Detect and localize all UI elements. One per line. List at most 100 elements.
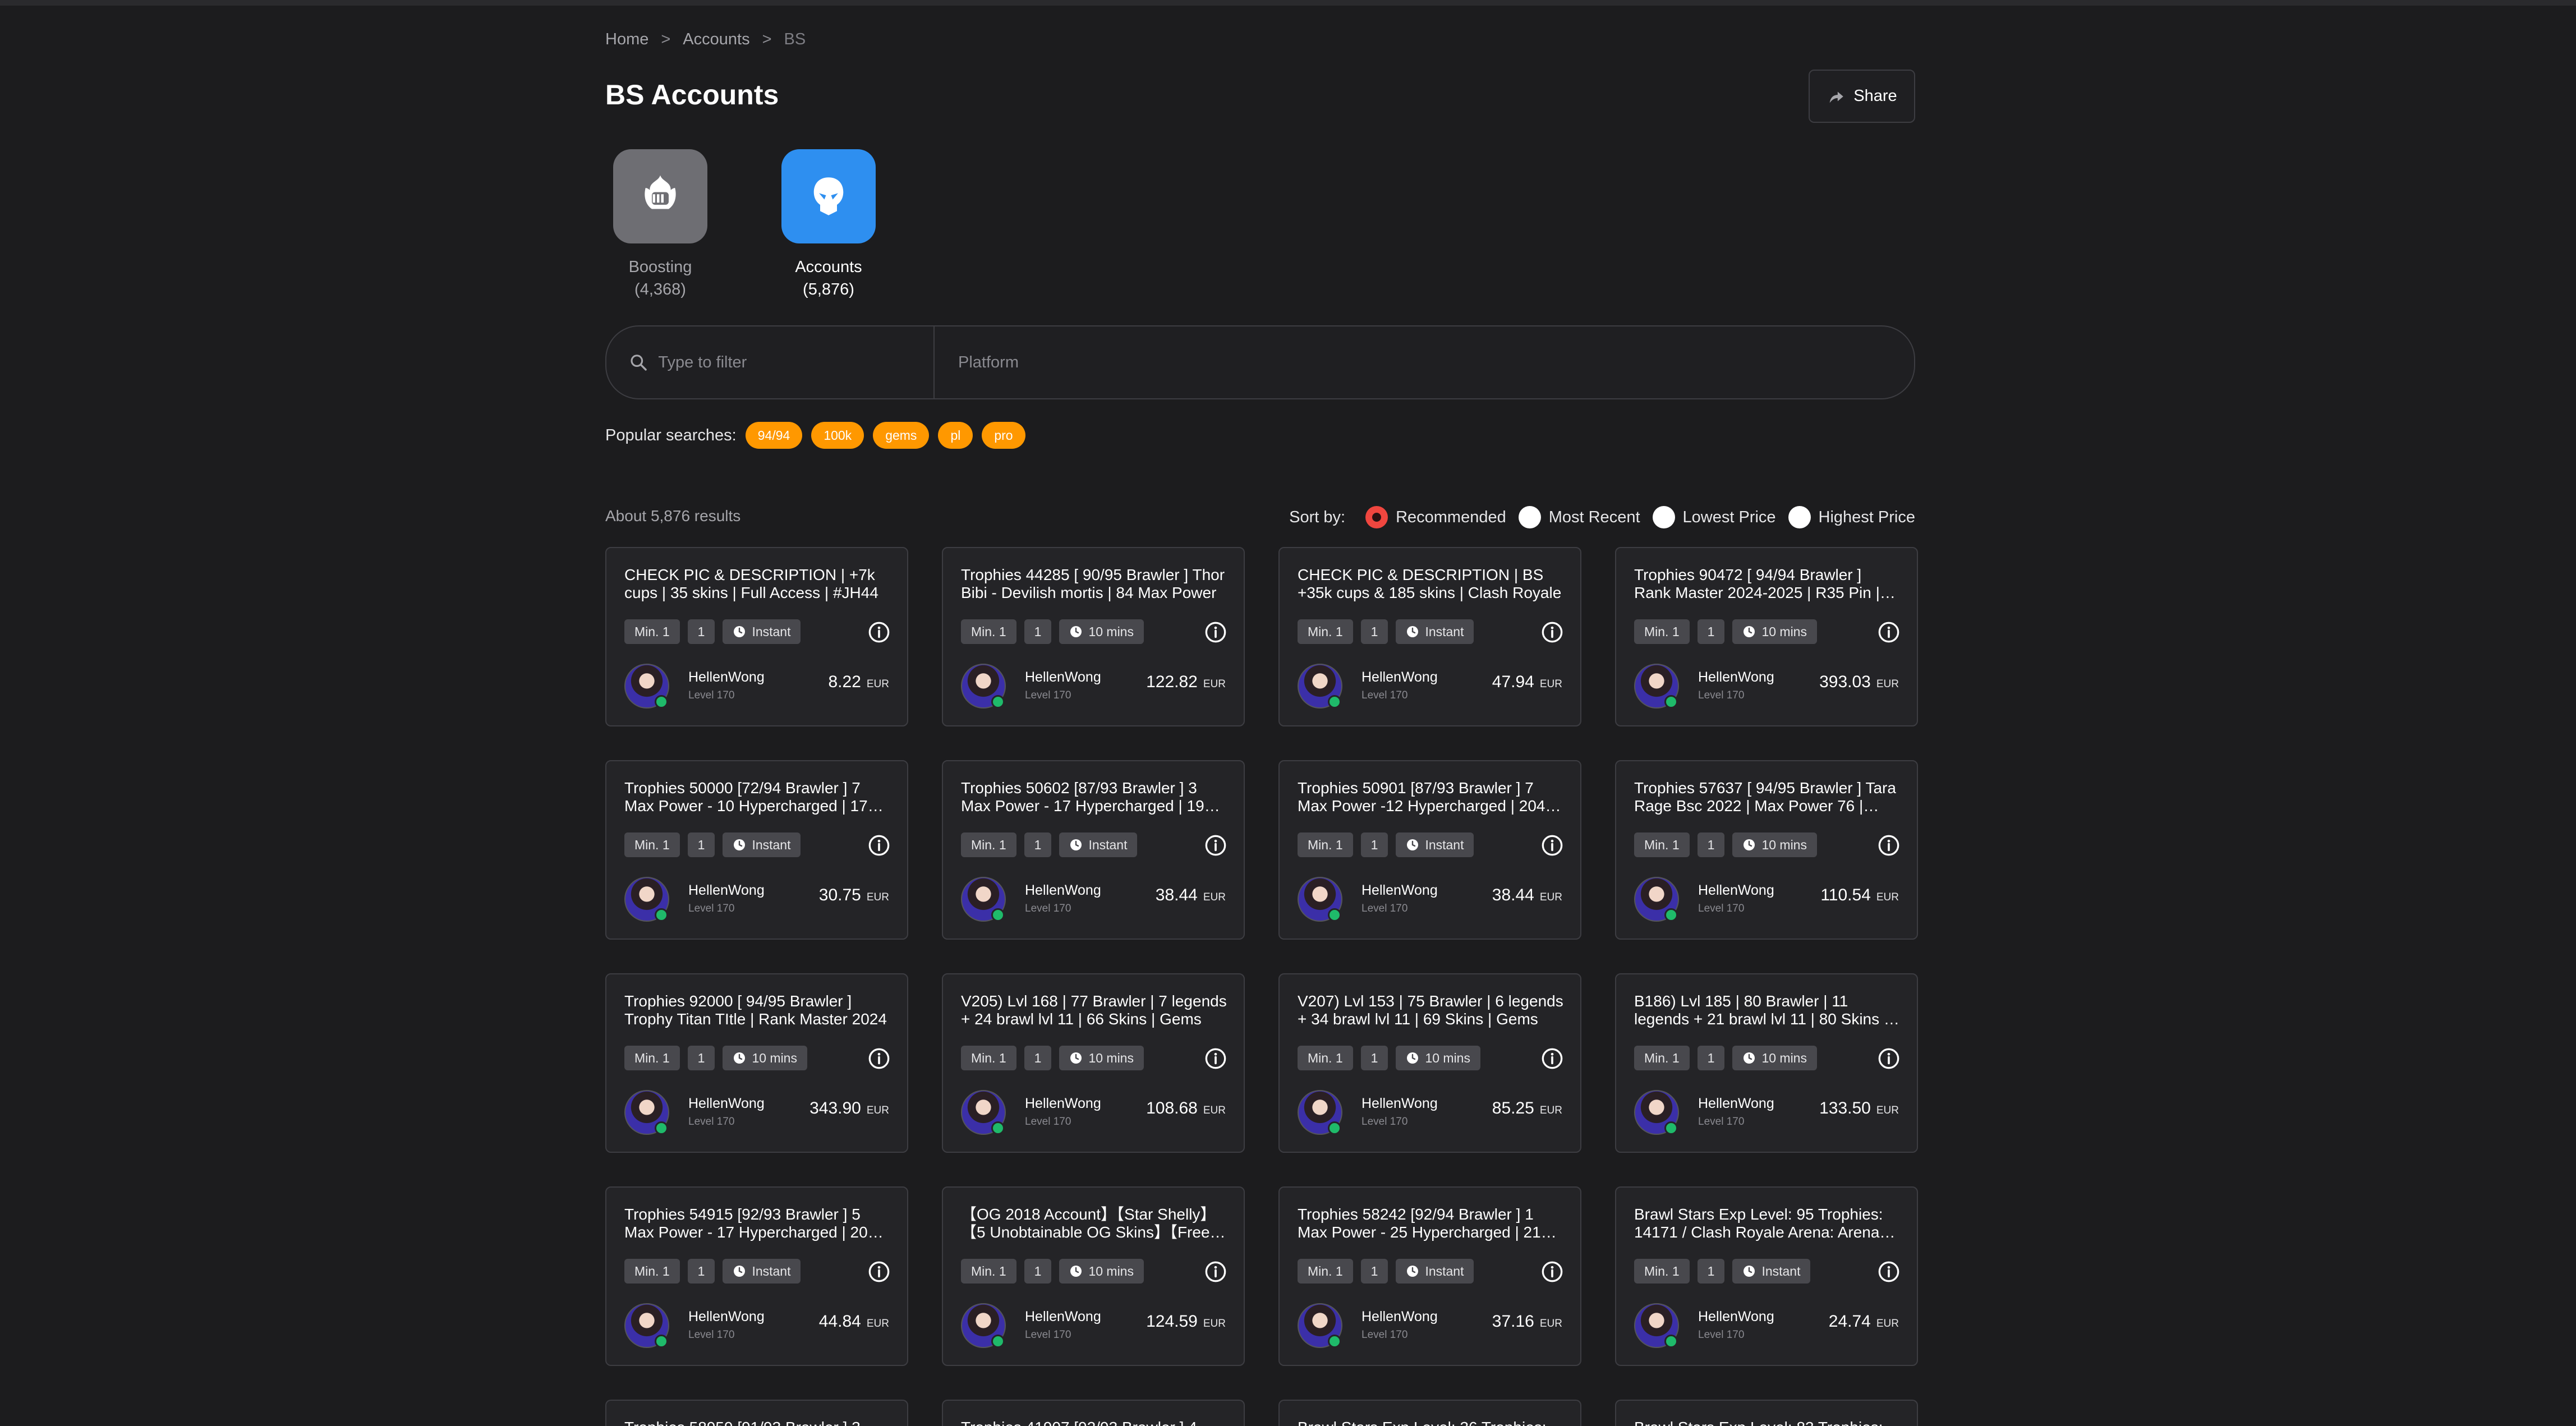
info-icon[interactable] (868, 834, 890, 857)
offer-card[interactable]: V205) Lvl 168 | 77 Brawler | 7 legends +… (942, 973, 1245, 1153)
info-icon[interactable] (1541, 621, 1563, 643)
seller-name[interactable]: HellenWong (1025, 882, 1101, 899)
offer-card[interactable]: Trophies 54915 [92/93 Brawler ] 5 Max Po… (605, 1186, 908, 1366)
offer-card[interactable]: Trophies 58959 [91/93 Brawler ] 3 (605, 1400, 908, 1426)
offer-title[interactable]: Trophies 41907 [92/93 Brawler ] 4 (961, 1419, 1228, 1426)
seller-name[interactable]: HellenWong (1698, 882, 1774, 899)
price-value: 108.68 (1146, 1099, 1198, 1117)
info-icon[interactable] (868, 621, 890, 643)
offer-card[interactable]: Brawl Stars Exp Level: 83 Trophies: (1615, 1400, 1918, 1426)
online-status-icon (1664, 1335, 1678, 1348)
info-icon[interactable] (1878, 621, 1900, 643)
offer-card[interactable]: Trophies 92000 [ 94/95 Brawler ] Trophy … (605, 973, 908, 1153)
offer-card[interactable]: CHECK PIC & DESCRIPTION | +7k cups | 35 … (605, 547, 908, 726)
offer-card[interactable]: Trophies 57637 [ 94/95 Brawler ] Tara Ra… (1615, 760, 1918, 940)
breadcrumb-home[interactable]: Home (605, 30, 648, 49)
info-icon[interactable] (1204, 1047, 1227, 1070)
offer-card[interactable]: Brawl Stars Exp Level: 36 Trophies: (1278, 1400, 1581, 1426)
seller-name[interactable]: HellenWong (1361, 882, 1438, 899)
offer-card[interactable]: CHECK PIC & DESCRIPTION | BS +35k cups &… (1278, 547, 1581, 726)
offer-title[interactable]: Trophies 58959 [91/93 Brawler ] 3 (624, 1419, 891, 1426)
offer-title[interactable]: 【OG 2018 Account】【Star Shelly】【5 Unobtai… (961, 1206, 1228, 1241)
category-boosting[interactable]: Boosting (4,368) (607, 149, 714, 301)
popular-chip[interactable]: gems (873, 422, 930, 449)
offer-title[interactable]: Brawl Stars Exp Level: 95 Trophies: 1417… (1634, 1206, 1901, 1241)
offer-card[interactable]: Trophies 50901 [87/93 Brawler ] 7 Max Po… (1278, 760, 1581, 940)
offer-price: 343.90 EUR (809, 1099, 889, 1118)
offer-title[interactable]: Brawl Stars Exp Level: 83 Trophies: (1634, 1419, 1901, 1426)
info-icon[interactable] (1878, 1047, 1900, 1070)
offer-card[interactable]: Trophies 44285 [ 90/95 Brawler ] Thor Bi… (942, 547, 1245, 726)
seller-name[interactable]: HellenWong (1025, 669, 1101, 686)
info-icon[interactable] (1878, 1261, 1900, 1283)
info-icon[interactable] (1204, 621, 1227, 643)
seller-name[interactable]: HellenWong (688, 1096, 765, 1112)
seller-level: Level 170 (1361, 903, 1408, 914)
clock-icon (1407, 1266, 1419, 1277)
offer-title[interactable]: B186) Lvl 185 | 80 Brawler | 11 legends … (1634, 992, 1901, 1028)
sort-option-most-recent[interactable]: Most Recent (1518, 506, 1640, 528)
offer-title[interactable]: Trophies 50000 [72/94 Brawler ] 7 Max Po… (624, 779, 891, 815)
seller-name[interactable]: HellenWong (688, 882, 765, 899)
offer-title[interactable]: Trophies 90472 [ 94/94 Brawler ] Rank Ma… (1634, 566, 1901, 602)
offer-title[interactable]: V207) Lvl 153 | 75 Brawler | 6 legends +… (1298, 992, 1565, 1028)
info-icon[interactable] (1541, 1047, 1563, 1070)
info-icon[interactable] (868, 1261, 890, 1283)
info-icon[interactable] (868, 1047, 890, 1070)
seller-name[interactable]: HellenWong (688, 669, 765, 686)
offer-title[interactable]: Trophies 50602 [87/93 Brawler ] 3 Max Po… (961, 779, 1228, 815)
popular-chip[interactable]: 94/94 (745, 422, 803, 449)
offer-title[interactable]: Trophies 50901 [87/93 Brawler ] 7 Max Po… (1298, 779, 1565, 815)
platform-input[interactable] (958, 353, 1914, 372)
sort-option-highest-price[interactable]: Highest Price (1788, 506, 1915, 528)
seller-name[interactable]: HellenWong (1361, 1096, 1438, 1112)
sort-option-lowest-price[interactable]: Lowest Price (1652, 506, 1776, 528)
popular-chip[interactable]: pl (938, 422, 973, 449)
offer-title[interactable]: Brawl Stars Exp Level: 36 Trophies: (1298, 1419, 1565, 1426)
offer-title[interactable]: CHECK PIC & DESCRIPTION | BS +35k cups &… (1298, 566, 1565, 602)
sort-option-recommended[interactable]: Recommended (1365, 506, 1506, 528)
offer-card[interactable]: V207) Lvl 153 | 75 Brawler | 6 legends +… (1278, 973, 1581, 1153)
offer-card[interactable]: 【OG 2018 Account】【Star Shelly】【5 Unobtai… (942, 1186, 1245, 1366)
info-icon[interactable] (1204, 1261, 1227, 1283)
offer-card[interactable]: Trophies 58242 [92/94 Brawler ] 1 Max Po… (1278, 1186, 1581, 1366)
info-icon[interactable] (1541, 1261, 1563, 1283)
info-icon[interactable] (1541, 834, 1563, 857)
seller-name[interactable]: HellenWong (1025, 1309, 1101, 1325)
offer-card[interactable]: Trophies 41907 [92/93 Brawler ] 4 (942, 1400, 1245, 1426)
price-value: 8.22 (828, 673, 861, 691)
seller-name[interactable]: HellenWong (1698, 1309, 1774, 1325)
search-input[interactable] (658, 353, 933, 372)
offer-title[interactable]: CHECK PIC & DESCRIPTION | +7k cups | 35 … (624, 566, 891, 602)
offer-title[interactable]: Trophies 92000 [ 94/95 Brawler ] Trophy … (624, 992, 891, 1028)
seller-name[interactable]: HellenWong (1698, 669, 1774, 686)
offer-price: 133.50 EUR (1819, 1099, 1899, 1118)
seller-name[interactable]: HellenWong (1361, 669, 1438, 686)
offer-title[interactable]: Trophies 58242 [92/94 Brawler ] 1 Max Po… (1298, 1206, 1565, 1241)
offer-card[interactable]: Trophies 50602 [87/93 Brawler ] 3 Max Po… (942, 760, 1245, 940)
offer-title[interactable]: Trophies 44285 [ 90/95 Brawler ] Thor Bi… (961, 566, 1228, 602)
offer-card[interactable]: B186) Lvl 185 | 80 Brawler | 11 legends … (1615, 973, 1918, 1153)
info-icon[interactable] (1204, 834, 1227, 857)
offer-tags: Min. 1 1 Instant (624, 1259, 801, 1284)
popular-chip[interactable]: 100k (811, 422, 864, 449)
info-icon[interactable] (1878, 834, 1900, 857)
offer-title[interactable]: Trophies 54915 [92/93 Brawler ] 5 Max Po… (624, 1206, 891, 1241)
offer-title[interactable]: Trophies 57637 [ 94/95 Brawler ] Tara Ra… (1634, 779, 1901, 815)
offer-card[interactable]: Trophies 50000 [72/94 Brawler ] 7 Max Po… (605, 760, 908, 940)
offer-title[interactable]: V205) Lvl 168 | 77 Brawler | 7 legends +… (961, 992, 1228, 1028)
seller-name[interactable]: HellenWong (1698, 1096, 1774, 1112)
breadcrumb-accounts[interactable]: Accounts (683, 30, 749, 49)
offer-card[interactable]: Brawl Stars Exp Level: 95 Trophies: 1417… (1615, 1186, 1918, 1366)
offer-card[interactable]: Trophies 90472 [ 94/94 Brawler ] Rank Ma… (1615, 547, 1918, 726)
seller-name[interactable]: HellenWong (1025, 1096, 1101, 1112)
seller-name[interactable]: HellenWong (1361, 1309, 1438, 1325)
price-currency: EUR (1876, 1318, 1899, 1330)
stock-tag: 1 (1697, 619, 1725, 644)
share-button[interactable]: Share (1809, 70, 1915, 123)
seller-name[interactable]: HellenWong (688, 1309, 765, 1325)
offer-tags: Min. 1 1 10 mins (1298, 1046, 1480, 1070)
popular-chip[interactable]: pro (982, 422, 1025, 449)
platform-select[interactable] (935, 326, 1914, 398)
category-accounts[interactable]: Accounts (5,876) (775, 149, 882, 301)
